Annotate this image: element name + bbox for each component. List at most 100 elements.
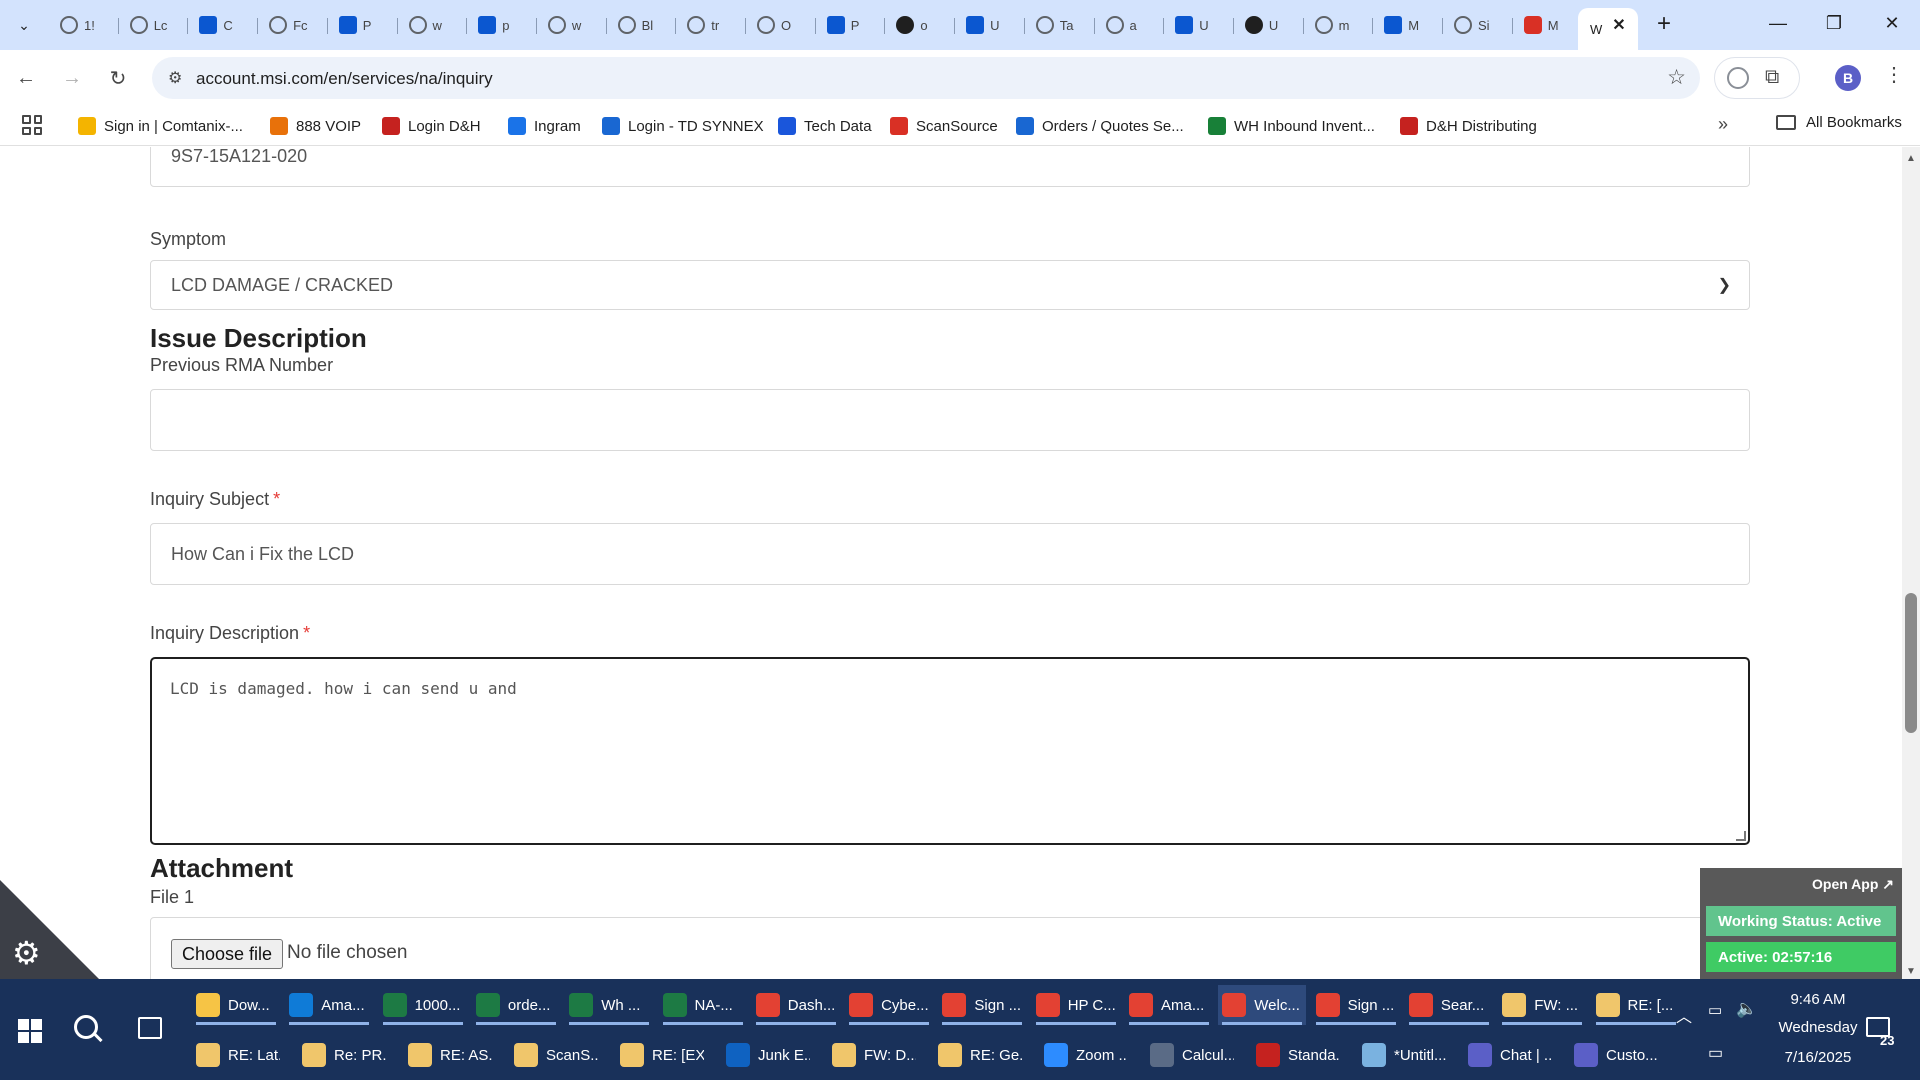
- scroll-down-arrow-icon[interactable]: ▼: [1906, 966, 1916, 977]
- battery-icon[interactable]: ▭: [1708, 1001, 1722, 1019]
- url-text[interactable]: account.msi.com/en/services/na/inquiry: [196, 69, 493, 89]
- tab[interactable]: C: [189, 8, 257, 42]
- scrollbar-thumb[interactable]: [1905, 593, 1917, 733]
- taskbar-app-button[interactable]: Custo...: [1570, 1035, 1658, 1075]
- resize-grip-icon[interactable]: [1736, 831, 1746, 841]
- inquiry-description-textarea[interactable]: LCD is damaged. how i can send u and: [150, 657, 1750, 845]
- bookmark-item[interactable]: WH Inbound Invent...: [1208, 114, 1375, 138]
- taskbar-app-button[interactable]: Junk E...: [722, 1035, 810, 1075]
- taskbar-app-button[interactable]: RE: Lat...: [192, 1035, 280, 1075]
- taskbar-app-button[interactable]: FW: ...: [1498, 985, 1586, 1025]
- taskbar-app-button[interactable]: RE: [...: [1592, 985, 1680, 1025]
- tab[interactable]: o: [886, 8, 954, 42]
- close-tab-icon[interactable]: ✕: [1608, 14, 1630, 36]
- tab[interactable]: Lc: [120, 8, 188, 42]
- tab[interactable]: O: [747, 8, 815, 42]
- search-icon[interactable]: [74, 1015, 98, 1039]
- taskbar-app-button[interactable]: Dow...: [192, 985, 280, 1025]
- clock-date[interactable]: 7/16/2025: [1778, 1049, 1858, 1066]
- bookmark-item[interactable]: Ingram: [508, 114, 581, 138]
- tab[interactable]: 1!: [50, 8, 118, 42]
- restore-button[interactable]: ❐: [1814, 8, 1854, 38]
- tab[interactable]: m: [1305, 8, 1373, 42]
- symptom-select[interactable]: LCD DAMAGE / CRACKED ❯: [150, 260, 1750, 310]
- tab[interactable]: Bl: [608, 8, 676, 42]
- taskbar-app-button[interactable]: Dash...: [752, 985, 840, 1025]
- apps-grid-icon[interactable]: [22, 115, 42, 135]
- inquiry-subject-input[interactable]: How Can i Fix the LCD: [150, 523, 1750, 585]
- new-tab-button[interactable]: +: [1650, 10, 1678, 38]
- clock-day[interactable]: Wednesday: [1768, 1019, 1868, 1036]
- taskbar-app-button[interactable]: *Untitl...: [1358, 1035, 1446, 1075]
- taskbar-app-button[interactable]: Ama...: [285, 985, 373, 1025]
- tab[interactable]: p: [468, 8, 536, 42]
- tab[interactable]: Ta: [1026, 8, 1094, 42]
- site-info-icon[interactable]: ⚙: [168, 68, 182, 88]
- bookmark-item[interactable]: 888 VOIP: [270, 114, 361, 138]
- taskbar-app-button[interactable]: RE: [EX...: [616, 1035, 704, 1075]
- choose-file-button[interactable]: Choose file: [171, 939, 284, 969]
- bookmark-item[interactable]: Sign in | Comtanix-...: [78, 114, 243, 138]
- bookmark-item[interactable]: Tech Data: [778, 114, 872, 138]
- globe-icon[interactable]: [1727, 67, 1749, 89]
- bookmark-item[interactable]: D&H Distributing: [1400, 114, 1537, 138]
- back-button[interactable]: ←: [10, 62, 42, 94]
- taskbar-app-button[interactable]: Zoom ...: [1040, 1035, 1128, 1075]
- page-scrollbar[interactable]: ▲ ▼: [1902, 147, 1920, 979]
- tab[interactable]: w: [399, 8, 467, 42]
- bookmark-item[interactable]: Login - TD SYNNEX: [602, 114, 764, 138]
- serial-number-field[interactable]: 9S7-15A121-020: [150, 147, 1750, 187]
- tab[interactable]: U: [956, 8, 1024, 42]
- more-menu-icon[interactable]: ⋮: [1884, 62, 1904, 87]
- reload-button[interactable]: ↻: [102, 62, 134, 94]
- taskbar-app-button[interactable]: ScanS...: [510, 1035, 598, 1075]
- bookmark-item[interactable]: Login D&H: [382, 114, 481, 138]
- close-window-button[interactable]: ✕: [1872, 8, 1912, 38]
- taskbar-app-button[interactable]: RE: AS...: [404, 1035, 492, 1075]
- taskbar-app-button[interactable]: Sign ...: [1312, 985, 1400, 1025]
- bookmark-star-icon[interactable]: ☆: [1667, 65, 1686, 90]
- more-bookmarks-icon[interactable]: »: [1718, 114, 1728, 135]
- bookmark-item[interactable]: ScanSource: [890, 114, 998, 138]
- taskbar-app-button[interactable]: Cybe...: [845, 985, 933, 1025]
- taskbar-app-button[interactable]: Sign ...: [938, 985, 1026, 1025]
- volume-icon[interactable]: 🔈: [1736, 999, 1757, 1019]
- taskbar-app-button[interactable]: orde...: [472, 985, 560, 1025]
- address-bar[interactable]: ⚙ account.msi.com/en/services/na/inquiry…: [152, 57, 1700, 99]
- taskbar-app-button[interactable]: HP C...: [1032, 985, 1120, 1025]
- forward-button[interactable]: →: [56, 62, 88, 94]
- tab[interactable]: Si: [1444, 8, 1512, 42]
- gear-icon[interactable]: ⚙: [12, 934, 41, 972]
- taskbar-app-button[interactable]: Sear...: [1405, 985, 1493, 1025]
- taskbar-app-button[interactable]: 1000...: [379, 985, 467, 1025]
- all-bookmarks-button[interactable]: All Bookmarks: [1776, 114, 1902, 131]
- tab[interactable]: Fc: [259, 8, 327, 42]
- taskbar-app-button[interactable]: Wh ...: [565, 985, 653, 1025]
- tab[interactable]: tr: [677, 8, 745, 42]
- tab[interactable]: M: [1374, 8, 1442, 42]
- tray-expand-icon[interactable]: ︿: [1676, 1003, 1692, 1027]
- taskbar-app-button[interactable]: Re: PR...: [298, 1035, 386, 1075]
- tab[interactable]: P: [329, 8, 397, 42]
- taskbar-app-button[interactable]: Chat | ...: [1464, 1035, 1552, 1075]
- network-icon[interactable]: ▭: [1708, 1043, 1723, 1063]
- bookmark-item[interactable]: Orders / Quotes Se...: [1016, 114, 1184, 138]
- tab[interactable]: w: [538, 8, 606, 42]
- taskbar-app-button[interactable]: Calcul...: [1146, 1035, 1234, 1075]
- tab[interactable]: U: [1165, 8, 1233, 42]
- previous-rma-input[interactable]: [150, 389, 1750, 451]
- taskbar-app-button[interactable]: Welc...: [1218, 985, 1307, 1025]
- tab[interactable]: U: [1235, 8, 1303, 42]
- scroll-up-arrow-icon[interactable]: ▲: [1906, 153, 1916, 164]
- windows-start-icon[interactable]: [18, 1019, 42, 1043]
- open-app-link[interactable]: Open App ↗: [1812, 876, 1894, 893]
- task-view-icon[interactable]: [138, 1017, 162, 1039]
- minimize-button[interactable]: —: [1758, 8, 1798, 38]
- taskbar-app-button[interactable]: Ama...: [1125, 985, 1213, 1025]
- extensions-puzzle-icon[interactable]: ⧉: [1765, 66, 1779, 89]
- profile-avatar[interactable]: B: [1835, 65, 1861, 91]
- taskbar-app-button[interactable]: RE: Ge...: [934, 1035, 1022, 1075]
- taskbar-app-button[interactable]: Standa...: [1252, 1035, 1340, 1075]
- file1-input[interactable]: Choose file No file chosen: [150, 917, 1750, 979]
- clock-time[interactable]: 9:46 AM: [1778, 991, 1858, 1008]
